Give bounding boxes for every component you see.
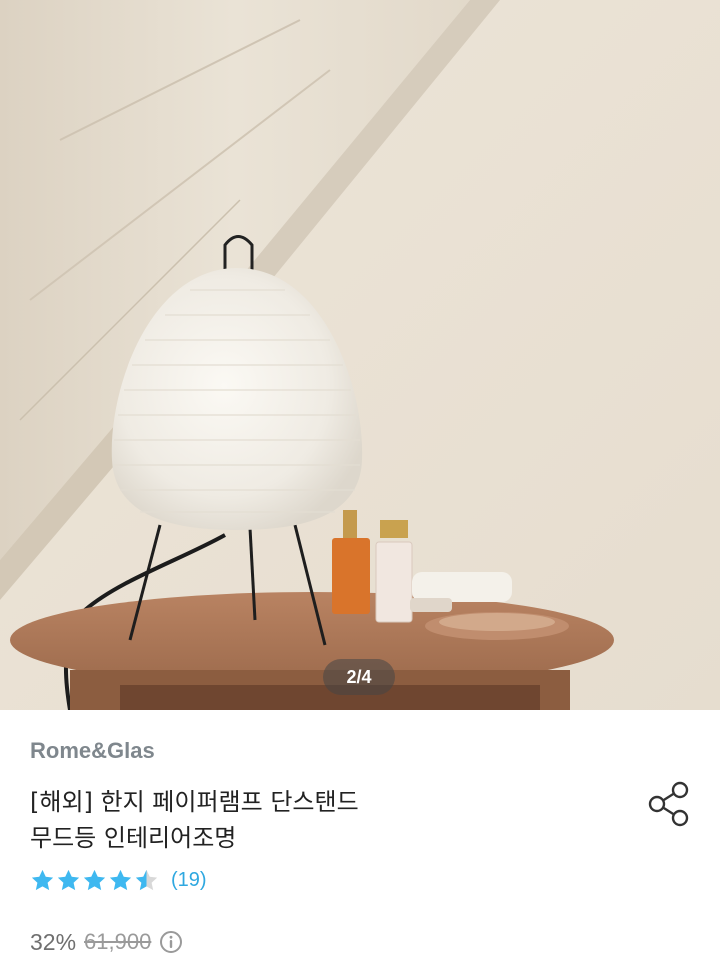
image-page-indicator: 2/4 [323, 659, 395, 695]
product-info: Rome&Glas [해외] 한지 페이퍼램프 단스탠드 무드등 인테리어조명 [0, 710, 720, 961]
lamp-photo [0, 0, 720, 710]
share-button[interactable] [646, 780, 692, 828]
brand-name[interactable]: Rome&Glas [30, 738, 155, 764]
star-icon [31, 869, 54, 890]
product-rating[interactable]: (19) [30, 867, 207, 893]
product-title: [해외] 한지 페이퍼램프 단스탠드 무드등 인테리어조명 [30, 784, 590, 856]
original-price: 61,900 [84, 929, 152, 954]
product-title-line2: 무드등 인테리어조명 [30, 824, 237, 852]
info-icon[interactable] [159, 930, 183, 954]
price-row: 32% 61,900 [30, 927, 183, 957]
rating-stars [30, 868, 159, 893]
star-icon [57, 869, 80, 890]
discount-rate: 32% [30, 928, 77, 955]
product-image[interactable]: 2/4 [0, 0, 720, 710]
star-icon [109, 869, 132, 890]
review-count[interactable]: (19) [171, 869, 207, 892]
share-icon [648, 781, 689, 827]
half-star-icon [135, 869, 158, 890]
star-icon [83, 869, 106, 890]
product-title-line1: [해외] 한지 페이퍼램프 단스탠드 [30, 788, 359, 816]
